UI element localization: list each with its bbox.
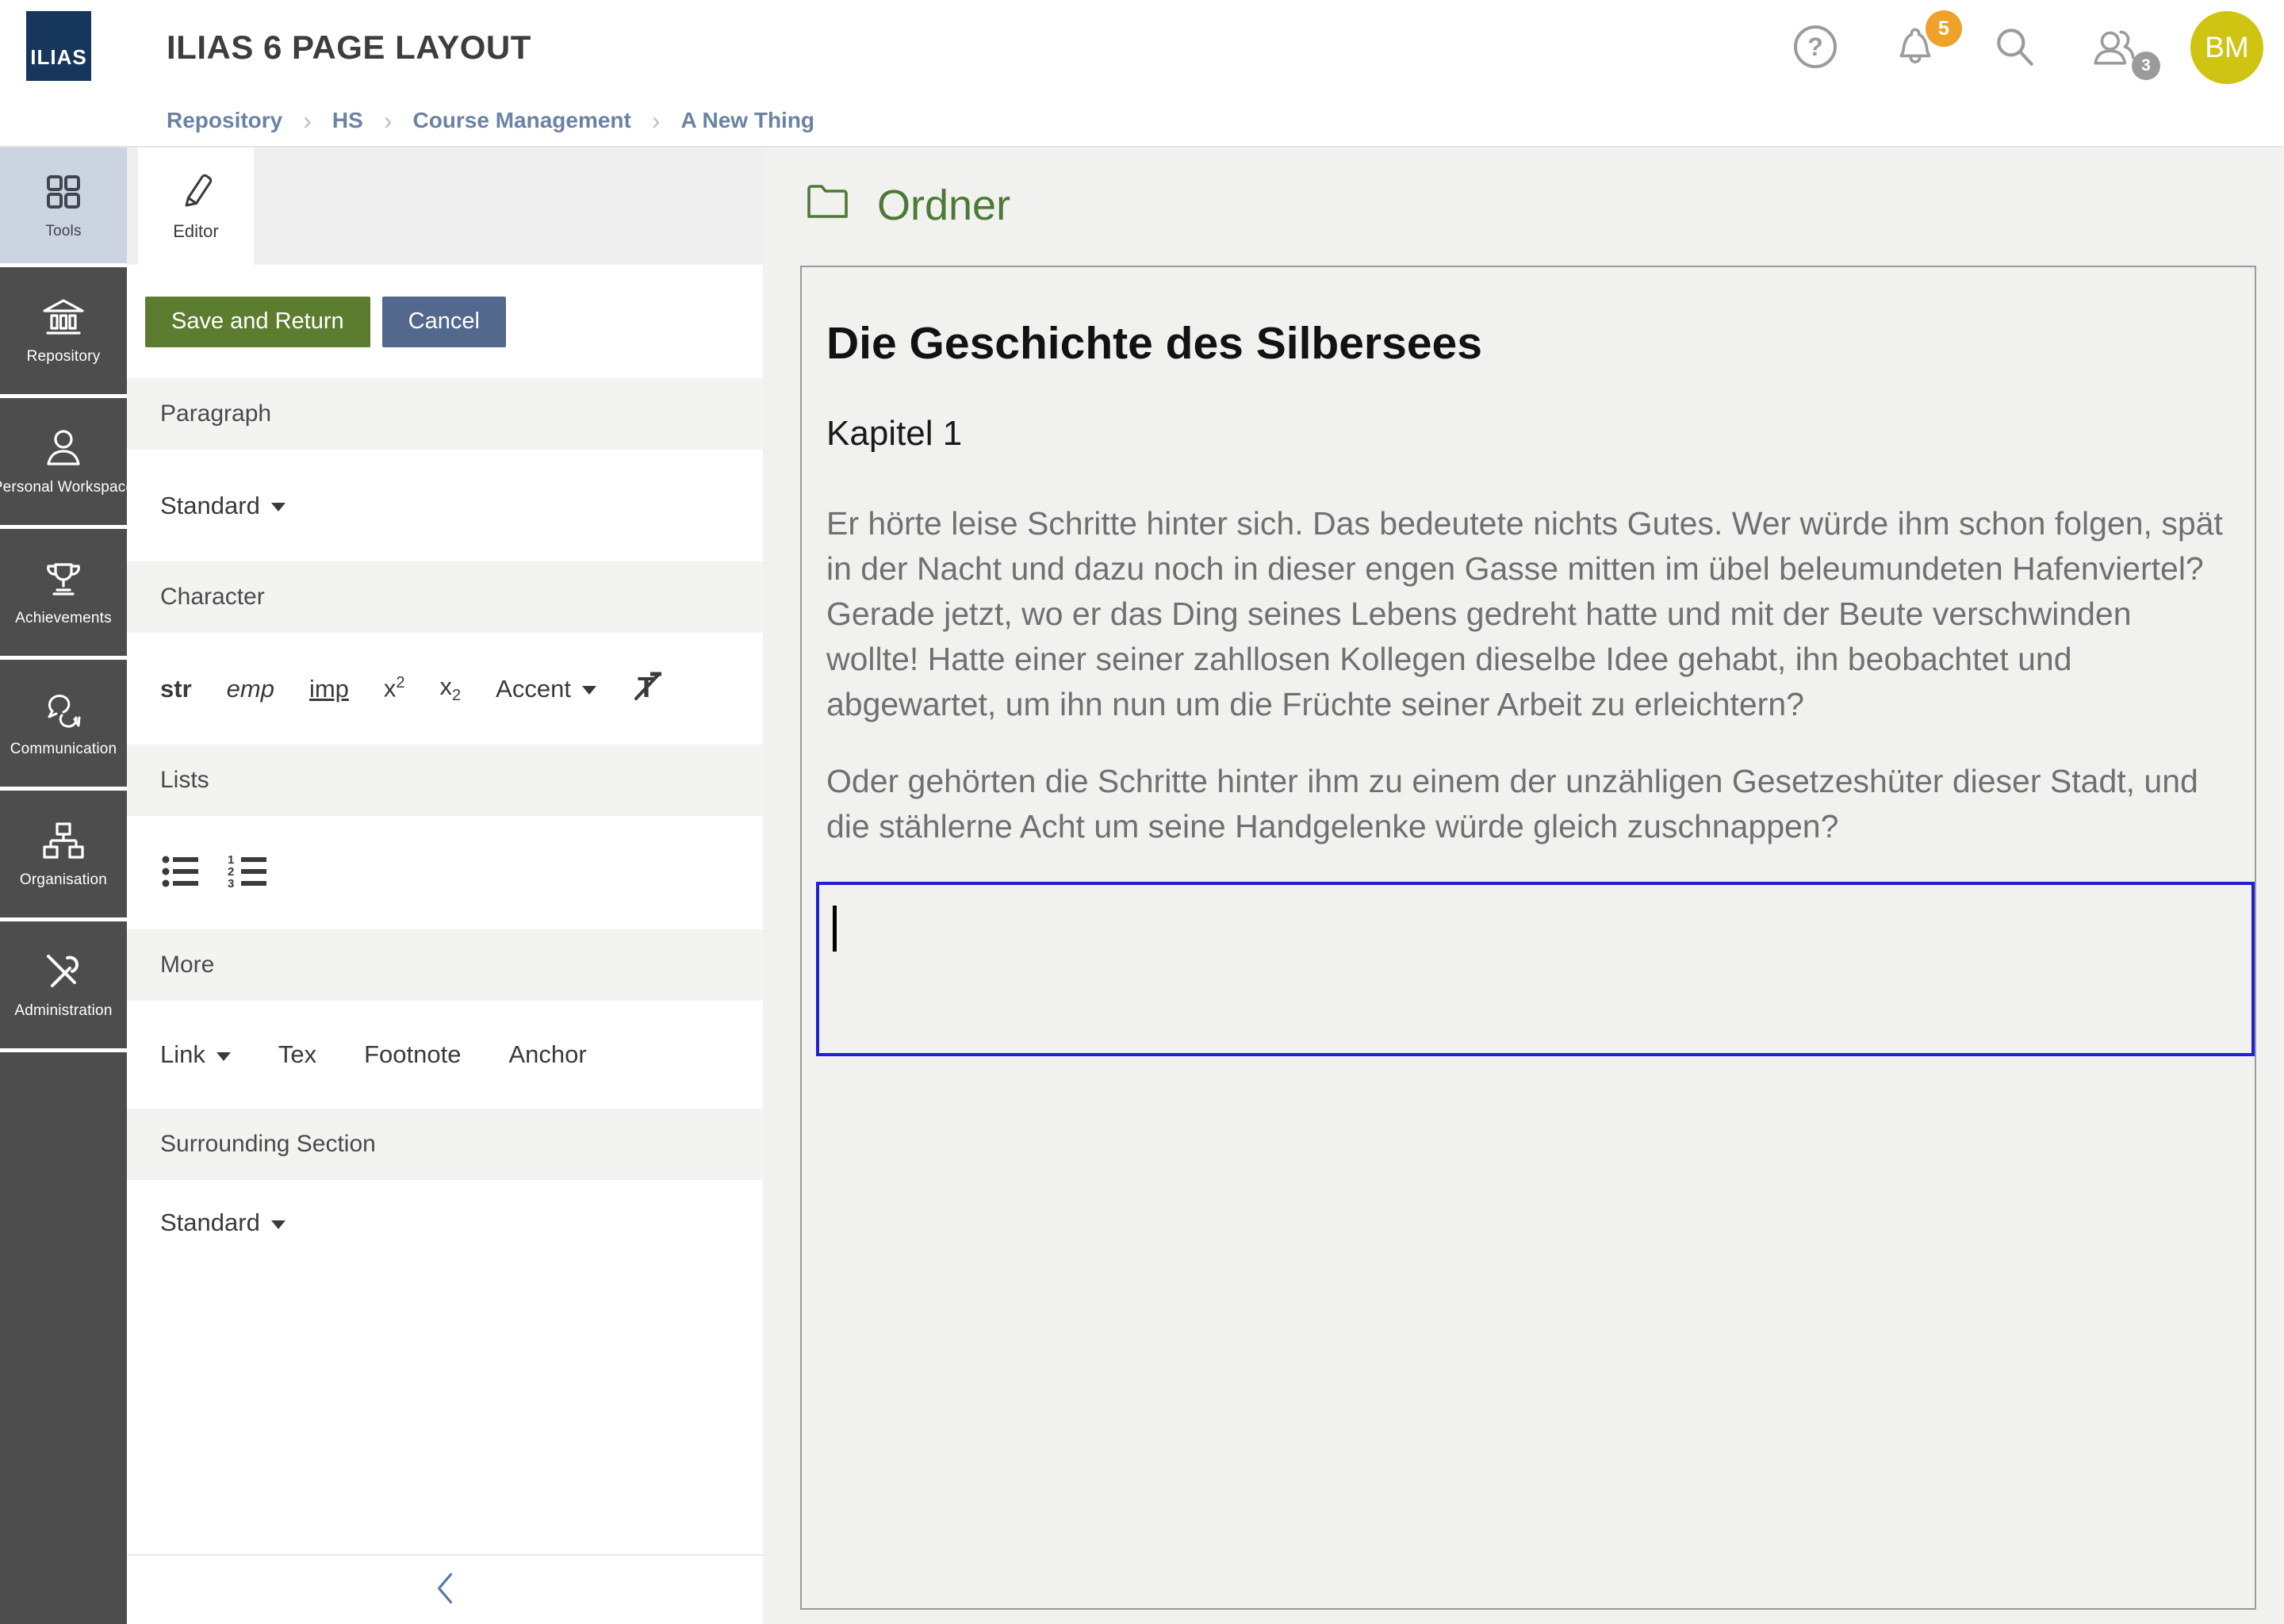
link-dropdown[interactable]: Link	[160, 1040, 231, 1069]
section-character-header: Character	[127, 561, 763, 633]
sidebar-item-organisation[interactable]: Organisation	[0, 791, 127, 917]
breadcrumb-a-new-thing[interactable]: A New Thing	[681, 108, 815, 133]
editor-actions: Save and Return Cancel	[127, 265, 763, 378]
top-header: ILIAS ILIAS 6 PAGE LAYOUT ? 5	[0, 0, 2284, 95]
anchor-button[interactable]: Anchor	[509, 1040, 587, 1069]
breadcrumb-repository[interactable]: Repository	[167, 108, 282, 133]
svg-text:?: ?	[1807, 33, 1823, 61]
clear-formatting-button[interactable]: T	[631, 670, 665, 708]
numbered-list-icon: 1 2 3	[227, 881, 271, 893]
sidebar-item-communication[interactable]: Communication	[0, 660, 127, 787]
section-lists-header: Lists	[127, 745, 763, 816]
breadcrumb-separator-icon: ›	[384, 106, 393, 136]
tools-crossed-icon	[41, 951, 86, 992]
sidebar-item-achievements[interactable]: Achievements	[0, 529, 127, 656]
section-more-header: More	[127, 929, 763, 1001]
chapter-heading[interactable]: Kapitel 1	[826, 414, 2232, 454]
help-button[interactable]: ?	[1791, 23, 1840, 72]
bullet-list-icon	[160, 881, 203, 893]
breadcrumb-separator-icon: ›	[652, 106, 661, 136]
text-cursor	[833, 906, 837, 952]
paragraph-block[interactable]: Oder gehörten die Schritte hinter ihm zu…	[826, 759, 2232, 849]
footnote-button[interactable]: Footnote	[364, 1040, 461, 1069]
subscript-button[interactable]: x2	[440, 672, 462, 705]
notifications-button[interactable]: 5	[1891, 23, 1940, 72]
active-paragraph-input[interactable]	[816, 882, 2255, 1056]
chevron-down-icon	[217, 1052, 231, 1061]
help-icon: ?	[1792, 24, 1838, 72]
tab-editor-label: Editor	[173, 221, 218, 242]
svg-text:3: 3	[228, 877, 234, 891]
page-editor-canvas[interactable]: Die Geschichte des Silbersees Kapitel 1 …	[800, 266, 2256, 1610]
section-character-body: str emp imp x2 x2 Accent T	[127, 633, 763, 745]
header-actions: ? 5	[1791, 0, 2263, 95]
avatar[interactable]: BM	[2190, 11, 2263, 84]
breadcrumb-separator-icon: ›	[303, 106, 312, 136]
editor-tabstrip: Editor	[127, 147, 763, 265]
section-surrounding-header: Surrounding Section	[127, 1109, 763, 1180]
contacts-button[interactable]: 3	[2090, 23, 2140, 72]
section-more-body: Link Tex Footnote Anchor	[127, 1001, 763, 1109]
section-surrounding-body: Standard	[127, 1180, 763, 1554]
document-title[interactable]: Die Geschichte des Silbersees	[826, 317, 2232, 370]
collapse-panel-button[interactable]	[127, 1554, 763, 1624]
search-button[interactable]	[1991, 23, 2040, 72]
paragraph-block[interactable]: Er hörte leise Schritte hinter sich. Das…	[826, 501, 2232, 727]
sidebar-filler	[0, 1052, 127, 1624]
bullet-list-button[interactable]	[160, 852, 203, 893]
chevron-down-icon	[582, 686, 596, 695]
container-title-label: Ordner	[877, 181, 1010, 230]
sidebar-item-personal-workspace[interactable]: Personal Workspace	[0, 398, 127, 525]
strong-button[interactable]: str	[160, 675, 192, 703]
section-paragraph-header: Paragraph	[127, 378, 763, 450]
editor-panel: Editor Save and Return Cancel Paragraph …	[127, 147, 763, 1624]
chevron-down-icon	[271, 503, 286, 511]
chevron-left-icon	[435, 1572, 454, 1608]
sidebar-item-tools[interactable]: Tools	[0, 147, 127, 263]
breadcrumb: Repository › HS › Course Management › A …	[0, 95, 2284, 147]
trophy-icon	[41, 558, 86, 599]
tools-grid-icon	[43, 171, 84, 213]
accent-dropdown[interactable]: Accent	[496, 675, 596, 703]
cancel-button[interactable]: Cancel	[382, 297, 506, 347]
bank-icon	[41, 297, 86, 338]
avatar-initials: BM	[2205, 31, 2249, 64]
save-and-return-button[interactable]: Save and Return	[145, 297, 370, 347]
superscript-button[interactable]: x2	[384, 674, 405, 703]
section-paragraph-body: Standard	[127, 450, 763, 561]
page-title: ILIAS 6 PAGE LAYOUT	[167, 0, 531, 95]
paragraph-style-dropdown[interactable]: Standard	[160, 492, 286, 520]
chat-bubbles-icon	[41, 689, 86, 730]
surrounding-style-dropdown[interactable]: Standard	[160, 1208, 286, 1237]
numbered-list-button[interactable]: 1 2 3	[227, 852, 271, 893]
search-icon	[1992, 24, 2038, 72]
contacts-badge: 3	[2132, 52, 2160, 80]
container-title: Ordner	[806, 181, 1010, 230]
section-lists-body: 1 2 3	[127, 816, 763, 929]
breadcrumb-course-management[interactable]: Course Management	[412, 108, 630, 133]
person-icon	[41, 427, 86, 469]
breadcrumb-hs[interactable]: HS	[332, 108, 363, 133]
chevron-down-icon	[271, 1220, 286, 1229]
important-button[interactable]: imp	[309, 675, 349, 703]
folder-icon	[806, 181, 849, 230]
tab-editor[interactable]: Editor	[138, 147, 254, 265]
emphasis-button[interactable]: emp	[227, 675, 274, 703]
ilias-logo-text: ILIAS	[30, 45, 86, 70]
remove-format-icon: T	[631, 680, 665, 707]
notifications-badge: 5	[1926, 10, 1962, 47]
sidebar-item-repository[interactable]: Repository	[0, 267, 127, 394]
main-sidebar: Tools Repository Personal Workspace	[0, 147, 127, 1624]
tex-button[interactable]: Tex	[278, 1040, 316, 1069]
content-area: Ordner Die Geschichte des Silbersees Kap…	[763, 147, 2284, 1624]
org-chart-icon	[41, 820, 86, 861]
sidebar-item-administration[interactable]: Administration	[0, 921, 127, 1048]
pencil-icon	[177, 171, 215, 212]
ilias-logo[interactable]: ILIAS	[26, 11, 91, 81]
